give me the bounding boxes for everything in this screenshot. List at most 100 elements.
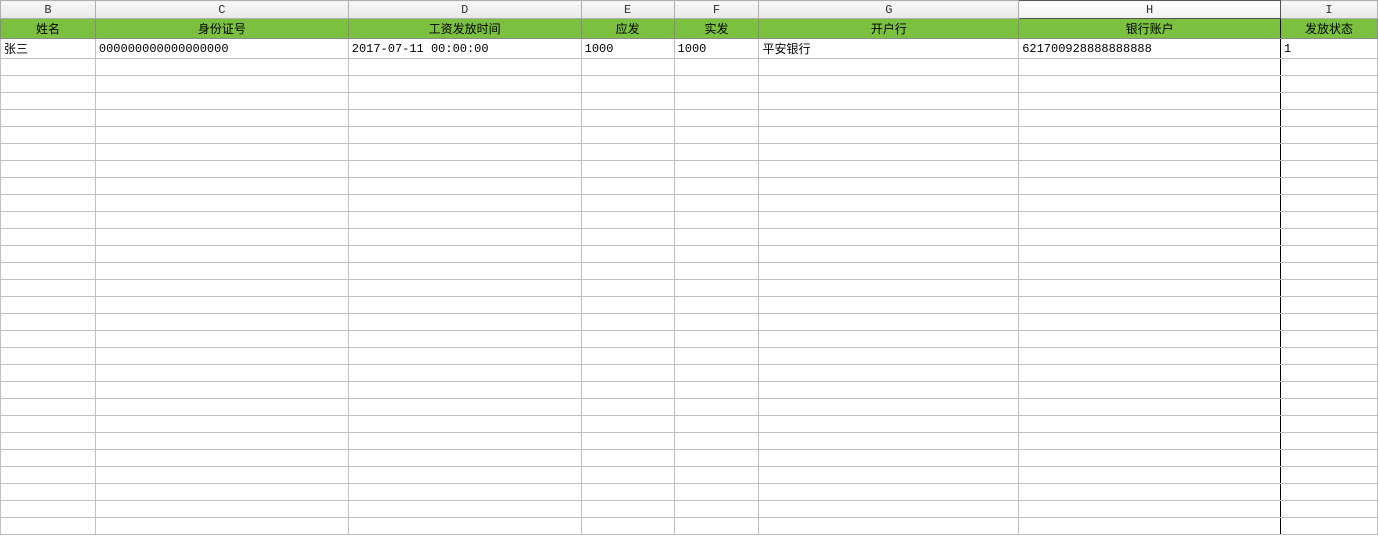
header-cell-G[interactable]: 开户行 bbox=[759, 19, 1019, 39]
empty-cell[interactable] bbox=[348, 144, 581, 161]
empty-cell[interactable] bbox=[759, 59, 1019, 76]
empty-cell[interactable] bbox=[581, 127, 674, 144]
empty-cell[interactable] bbox=[1281, 382, 1378, 399]
empty-cell[interactable] bbox=[1281, 433, 1378, 450]
empty-cell[interactable] bbox=[348, 229, 581, 246]
empty-cell[interactable] bbox=[674, 348, 759, 365]
empty-cell[interactable] bbox=[348, 178, 581, 195]
empty-cell[interactable] bbox=[581, 433, 674, 450]
empty-cell[interactable] bbox=[581, 280, 674, 297]
empty-cell[interactable] bbox=[581, 59, 674, 76]
empty-cell[interactable] bbox=[759, 246, 1019, 263]
empty-cell[interactable] bbox=[759, 467, 1019, 484]
empty-cell[interactable] bbox=[95, 280, 348, 297]
empty-cell[interactable] bbox=[759, 263, 1019, 280]
empty-cell[interactable] bbox=[674, 501, 759, 518]
cell-E-1[interactable]: 1000 bbox=[581, 39, 674, 59]
empty-cell[interactable] bbox=[95, 93, 348, 110]
empty-cell[interactable] bbox=[95, 297, 348, 314]
header-cell-B[interactable]: 姓名 bbox=[1, 19, 96, 39]
empty-cell[interactable] bbox=[348, 416, 581, 433]
empty-cell[interactable] bbox=[759, 518, 1019, 535]
empty-cell[interactable] bbox=[759, 178, 1019, 195]
empty-cell[interactable] bbox=[674, 195, 759, 212]
spreadsheet-grid[interactable]: BCDEFGHI 姓名身份证号工资发放时间应发实发开户行银行账户发放状态 张三0… bbox=[0, 0, 1378, 535]
empty-cell[interactable] bbox=[1019, 484, 1281, 501]
header-cell-C[interactable]: 身份证号 bbox=[95, 19, 348, 39]
empty-cell[interactable] bbox=[1, 263, 96, 280]
header-cell-H[interactable]: 银行账户 bbox=[1019, 19, 1281, 39]
empty-cell[interactable] bbox=[348, 110, 581, 127]
empty-cell[interactable] bbox=[1281, 246, 1378, 263]
empty-cell[interactable] bbox=[348, 501, 581, 518]
empty-cell[interactable] bbox=[1019, 212, 1281, 229]
empty-cell[interactable] bbox=[1019, 195, 1281, 212]
empty-cell[interactable] bbox=[1, 314, 96, 331]
empty-cell[interactable] bbox=[1, 212, 96, 229]
column-header-D[interactable]: D bbox=[348, 1, 581, 19]
empty-cell[interactable] bbox=[674, 314, 759, 331]
empty-cell[interactable] bbox=[1, 433, 96, 450]
empty-cell[interactable] bbox=[1281, 416, 1378, 433]
cell-I-1[interactable]: 1 bbox=[1281, 39, 1378, 59]
empty-cell[interactable] bbox=[95, 518, 348, 535]
empty-cell[interactable] bbox=[674, 161, 759, 178]
empty-cell[interactable] bbox=[1, 280, 96, 297]
empty-cell[interactable] bbox=[759, 297, 1019, 314]
empty-cell[interactable] bbox=[1019, 161, 1281, 178]
empty-cell[interactable] bbox=[674, 382, 759, 399]
empty-cell[interactable] bbox=[1281, 518, 1378, 535]
empty-cell[interactable] bbox=[674, 518, 759, 535]
empty-cell[interactable] bbox=[674, 246, 759, 263]
empty-cell[interactable] bbox=[759, 450, 1019, 467]
empty-cell[interactable] bbox=[759, 195, 1019, 212]
empty-cell[interactable] bbox=[674, 399, 759, 416]
empty-cell[interactable] bbox=[581, 76, 674, 93]
empty-cell[interactable] bbox=[1, 331, 96, 348]
empty-cell[interactable] bbox=[1019, 178, 1281, 195]
empty-cell[interactable] bbox=[95, 110, 348, 127]
empty-cell[interactable] bbox=[581, 314, 674, 331]
empty-cell[interactable] bbox=[1019, 229, 1281, 246]
empty-cell[interactable] bbox=[1281, 297, 1378, 314]
column-header-I[interactable]: I bbox=[1281, 1, 1378, 19]
empty-cell[interactable] bbox=[1, 348, 96, 365]
empty-cell[interactable] bbox=[1281, 76, 1378, 93]
header-cell-D[interactable]: 工资发放时间 bbox=[348, 19, 581, 39]
empty-cell[interactable] bbox=[581, 348, 674, 365]
empty-cell[interactable] bbox=[348, 382, 581, 399]
empty-cell[interactable] bbox=[1281, 280, 1378, 297]
empty-cell[interactable] bbox=[1, 127, 96, 144]
empty-cell[interactable] bbox=[348, 161, 581, 178]
column-header-B[interactable]: B bbox=[1, 1, 96, 19]
empty-cell[interactable] bbox=[581, 467, 674, 484]
column-header-C[interactable]: C bbox=[95, 1, 348, 19]
empty-cell[interactable] bbox=[1, 144, 96, 161]
empty-cell[interactable] bbox=[1281, 484, 1378, 501]
empty-cell[interactable] bbox=[1019, 144, 1281, 161]
empty-cell[interactable] bbox=[95, 178, 348, 195]
empty-cell[interactable] bbox=[95, 229, 348, 246]
empty-cell[interactable] bbox=[1, 178, 96, 195]
empty-cell[interactable] bbox=[581, 518, 674, 535]
empty-cell[interactable] bbox=[759, 161, 1019, 178]
empty-cell[interactable] bbox=[348, 348, 581, 365]
empty-cell[interactable] bbox=[674, 93, 759, 110]
empty-cell[interactable] bbox=[1, 382, 96, 399]
empty-cell[interactable] bbox=[95, 331, 348, 348]
empty-cell[interactable] bbox=[581, 297, 674, 314]
empty-cell[interactable] bbox=[1281, 93, 1378, 110]
empty-cell[interactable] bbox=[674, 212, 759, 229]
empty-cell[interactable] bbox=[1, 93, 96, 110]
empty-cell[interactable] bbox=[1281, 161, 1378, 178]
empty-cell[interactable] bbox=[95, 59, 348, 76]
empty-cell[interactable] bbox=[1281, 59, 1378, 76]
empty-cell[interactable] bbox=[674, 297, 759, 314]
empty-cell[interactable] bbox=[759, 127, 1019, 144]
column-header-E[interactable]: E bbox=[581, 1, 674, 19]
empty-cell[interactable] bbox=[1019, 433, 1281, 450]
empty-cell[interactable] bbox=[348, 399, 581, 416]
empty-cell[interactable] bbox=[581, 161, 674, 178]
empty-cell[interactable] bbox=[1281, 178, 1378, 195]
empty-cell[interactable] bbox=[581, 246, 674, 263]
